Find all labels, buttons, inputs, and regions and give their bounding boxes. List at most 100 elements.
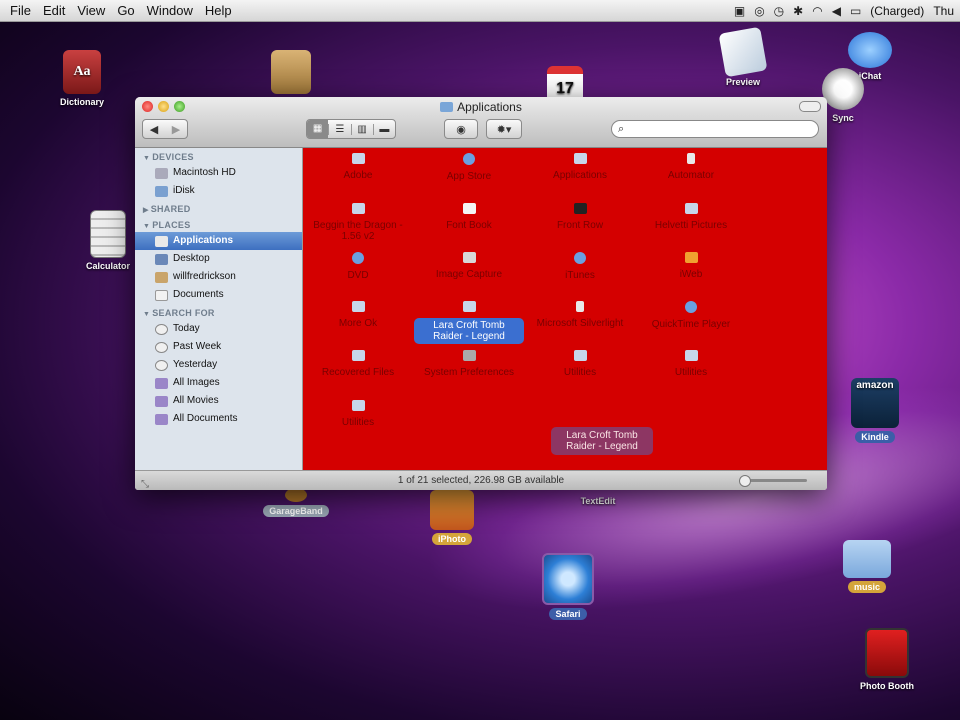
search-field[interactable]: ⌕	[611, 120, 819, 138]
desktop-icon-safari[interactable]: Safari	[538, 553, 598, 620]
icon-view-icon[interactable]: ▦	[307, 120, 329, 138]
sidebar-section-devices[interactable]: ▼ DEVICES	[135, 148, 302, 164]
file-item[interactable]: iTunes	[525, 252, 635, 281]
sidebar-item-all-images[interactable]: All Images	[135, 374, 302, 392]
sidebar-item-documents[interactable]: Documents	[135, 286, 302, 304]
desktop-icon-calculator[interactable]: Calculator	[80, 210, 136, 271]
file-item[interactable]: DVD	[303, 252, 413, 281]
file-item[interactable]: Automator	[636, 153, 746, 181]
search-input[interactable]	[624, 122, 818, 136]
menu-clock[interactable]: Thu	[933, 4, 954, 18]
toolbar-toggle-button[interactable]	[799, 101, 821, 112]
file-item[interactable]: Applications	[525, 153, 635, 181]
itunes-icon	[574, 252, 586, 264]
idisk-icon	[155, 185, 168, 197]
folder-icon	[684, 350, 698, 361]
desktop-label: Dictionary	[59, 97, 104, 107]
menu-extras: ▣ ◎ ◷ ✱ ◠ ◀ ▭ (Charged) Thu	[734, 4, 960, 18]
disclosure-triangle-icon[interactable]: ▼	[143, 311, 150, 318]
image-capture-icon	[462, 252, 476, 263]
dictionary-icon: Aa	[63, 50, 101, 94]
folder-icon	[351, 203, 365, 214]
file-item[interactable]: Font Book	[414, 203, 524, 231]
cover-flow-icon[interactable]: ▬	[372, 123, 395, 135]
sidebar-section-places[interactable]: ▼ PLACES	[135, 216, 302, 232]
back-icon[interactable]: ◀	[143, 123, 165, 136]
menu-file[interactable]: File	[10, 3, 31, 18]
slider-knob[interactable]	[739, 475, 751, 487]
list-view-icon[interactable]: ☰	[328, 123, 350, 135]
sidebar-item-macintosh-hd[interactable]: Macintosh HD	[135, 164, 302, 182]
file-item[interactable]: Recovered Files	[303, 350, 413, 378]
sidebar-item-home[interactable]: willfredrickson	[135, 268, 302, 286]
file-item[interactable]: System Preferences	[414, 350, 524, 378]
sidebar-item-desktop[interactable]: Desktop	[135, 250, 302, 268]
sidebar-section-shared[interactable]: ▶ SHARED	[135, 200, 302, 216]
sidebar-section-search-for[interactable]: ▼ SEARCH FOR	[135, 304, 302, 320]
desktop-label: Photo Booth	[860, 681, 914, 691]
disclosure-triangle-icon[interactable]: ▼	[143, 155, 150, 162]
window-title: Applications	[135, 100, 827, 114]
icon-size-slider[interactable]	[739, 475, 807, 487]
sidebar-item-all-movies[interactable]: All Movies	[135, 392, 302, 410]
file-item[interactable]: Front Row	[525, 203, 635, 231]
desktop-icon-iphoto[interactable]: iPhoto	[424, 490, 480, 545]
file-item[interactable]: Image Capture	[414, 252, 524, 280]
file-item[interactable]: Utilities	[303, 400, 413, 428]
battery-icon[interactable]: ▭	[850, 4, 861, 18]
desktop-icon-dictionary[interactable]: Aa Dictionary	[52, 50, 112, 107]
menu-help[interactable]: Help	[205, 3, 232, 18]
desktop-icon-photo-booth[interactable]: Photo Booth	[852, 628, 922, 691]
sidebar-resize-icon[interactable]: ⤡	[141, 475, 149, 490]
column-view-icon[interactable]: ▥	[350, 123, 373, 135]
file-item[interactable]: QuickTime Player	[636, 301, 746, 330]
file-item[interactable]: Microsoft Silverlight	[525, 301, 635, 329]
folder-icon	[351, 350, 365, 361]
desktop-icon-textedit[interactable]: TextEdit	[568, 496, 628, 506]
action-button[interactable]: ✹▾	[486, 119, 522, 139]
desktop-icon-address-book[interactable]	[266, 50, 316, 97]
disclosure-triangle-icon[interactable]: ▶	[143, 207, 149, 214]
menu-go[interactable]: Go	[117, 3, 134, 18]
volume-icon[interactable]: ◀	[832, 4, 841, 18]
file-item[interactable]: Helvetti Pictures	[636, 203, 746, 231]
file-item[interactable]: More Ok	[303, 301, 413, 329]
sidebar-item-past-week[interactable]: Past Week	[135, 338, 302, 356]
desktop-icon-preview[interactable]: Preview	[713, 26, 773, 87]
kindle-logo-text: amazon	[856, 380, 894, 391]
file-item[interactable]: Adobe	[303, 153, 413, 181]
disclosure-triangle-icon[interactable]: ▼	[143, 223, 150, 230]
file-item-selected[interactable]: Lara Croft Tomb Raider - Legend	[414, 301, 524, 344]
file-item[interactable]: Utilities	[636, 350, 746, 378]
folder-icon	[462, 301, 476, 312]
file-item[interactable]: Utilities	[525, 350, 635, 378]
bluetooth-icon[interactable]: ✱	[793, 4, 803, 18]
guitar-icon	[285, 488, 307, 502]
desktop-icon-kindle[interactable]: amazon Kindle	[845, 378, 905, 443]
sidebar-item-all-documents[interactable]: All Documents	[135, 410, 302, 428]
screen-record-icon[interactable]: ▣	[734, 4, 745, 18]
file-item[interactable]: iWeb	[636, 252, 746, 280]
sync-status-icon[interactable]: ◎	[754, 4, 764, 18]
sidebar-item-yesterday[interactable]: Yesterday	[135, 356, 302, 374]
sidebar-item-applications[interactable]: Applications	[135, 232, 302, 250]
window-title-text: Applications	[457, 100, 522, 114]
menu-edit[interactable]: Edit	[43, 3, 65, 18]
sidebar-item-idisk[interactable]: iDisk	[135, 182, 302, 200]
kindle-icon: amazon	[851, 378, 899, 428]
desktop-icon-garageband[interactable]: GarageBand	[256, 488, 336, 517]
menu-window[interactable]: Window	[147, 3, 193, 18]
title-bar[interactable]: Applications ◀ ▶ ▦ ☰ ▥ ▬ ◉ ✹▾ ⌕	[135, 97, 827, 148]
sidebar-item-today[interactable]: Today	[135, 320, 302, 338]
nav-buttons: ◀ ▶	[142, 119, 188, 139]
forward-icon[interactable]: ▶	[165, 123, 187, 136]
desktop-icon-music-folder[interactable]: music	[836, 540, 898, 593]
file-item[interactable]: Beggin the Dragon - 1.56 v2	[303, 203, 413, 242]
quick-look-button[interactable]: ◉	[444, 119, 478, 139]
file-item[interactable]: App Store	[414, 153, 524, 182]
time-machine-icon[interactable]: ◷	[774, 4, 784, 18]
folder-icon	[351, 301, 365, 312]
menu-view[interactable]: View	[77, 3, 105, 18]
file-grid: Adobe App Store Applications Automator B…	[303, 148, 827, 470]
wifi-icon[interactable]: ◠	[812, 4, 822, 18]
